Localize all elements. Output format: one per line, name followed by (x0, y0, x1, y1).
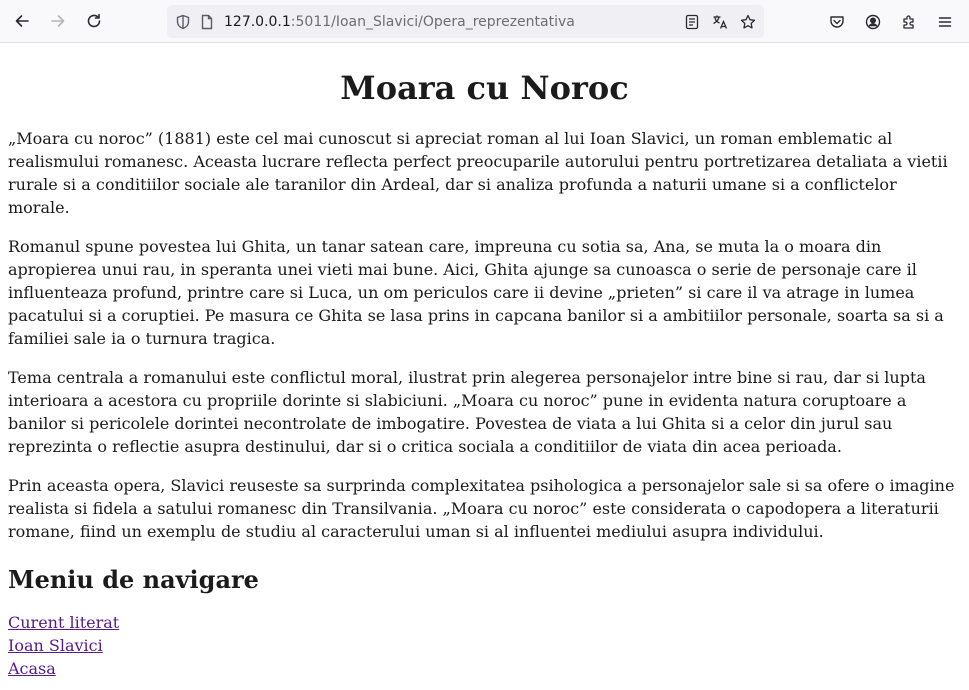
account-icon (865, 14, 881, 30)
nav-link-ioan-slavici[interactable]: Ioan Slavici (8, 634, 961, 657)
forward-button[interactable] (42, 5, 74, 37)
reader-view-icon[interactable] (684, 14, 700, 30)
pocket-button[interactable] (821, 6, 853, 38)
reload-icon (87, 13, 101, 28)
toolbar-right (821, 6, 961, 38)
nav-link-curent-literar[interactable]: Curent literat (8, 611, 961, 634)
browser-toolbar: 127.0.0.1:5011/Ioan_Slavici/Opera_reprez… (0, 0, 969, 43)
page-content: Moara cu Noroc „Moara cu noroc” (1881) e… (0, 69, 969, 680)
url-text[interactable]: 127.0.0.1:5011/Ioan_Slavici/Opera_reprez… (224, 14, 575, 30)
page-title: Moara cu Noroc (340, 69, 629, 107)
url-bar[interactable]: 127.0.0.1:5011/Ioan_Slavici/Opera_reprez… (167, 5, 764, 38)
account-button[interactable] (857, 6, 889, 38)
paragraph-conclusion: Prin aceasta opera, Slavici reuseste sa … (8, 476, 955, 541)
reload-button[interactable] (78, 5, 110, 37)
paragraph-intro: „Moara cu noroc” (1881) este cel mai cun… (8, 129, 948, 217)
extensions-button[interactable] (893, 6, 925, 38)
url-path: :5011/Ioan_Slavici/Opera_reprezentativa (290, 13, 575, 30)
url-host: 127.0.0.1 (224, 13, 291, 30)
pocket-icon (830, 16, 844, 28)
nav-heading: Meniu de navigare (8, 565, 259, 594)
paragraph-plot: Romanul spune povestea lui Ghita, un tan… (8, 237, 944, 348)
back-arrow-icon (15, 15, 29, 27)
translate-icon[interactable] (712, 14, 728, 30)
menu-icon (938, 17, 952, 27)
bookmark-star-icon[interactable] (740, 14, 756, 30)
menu-button[interactable] (929, 6, 961, 38)
shield-icon[interactable] (175, 14, 191, 30)
navigation-menu: Curent literat Ioan Slavici Acasa (8, 611, 961, 680)
nav-link-acasa[interactable]: Acasa (8, 657, 961, 680)
page-icon[interactable] (199, 14, 215, 30)
url-actions (684, 14, 756, 30)
back-button[interactable] (6, 5, 38, 37)
forward-arrow-icon (51, 15, 65, 27)
nav-buttons (6, 5, 110, 37)
paragraph-theme: Tema centrala a romanului este conflictu… (8, 368, 926, 456)
extensions-icon (903, 15, 914, 29)
